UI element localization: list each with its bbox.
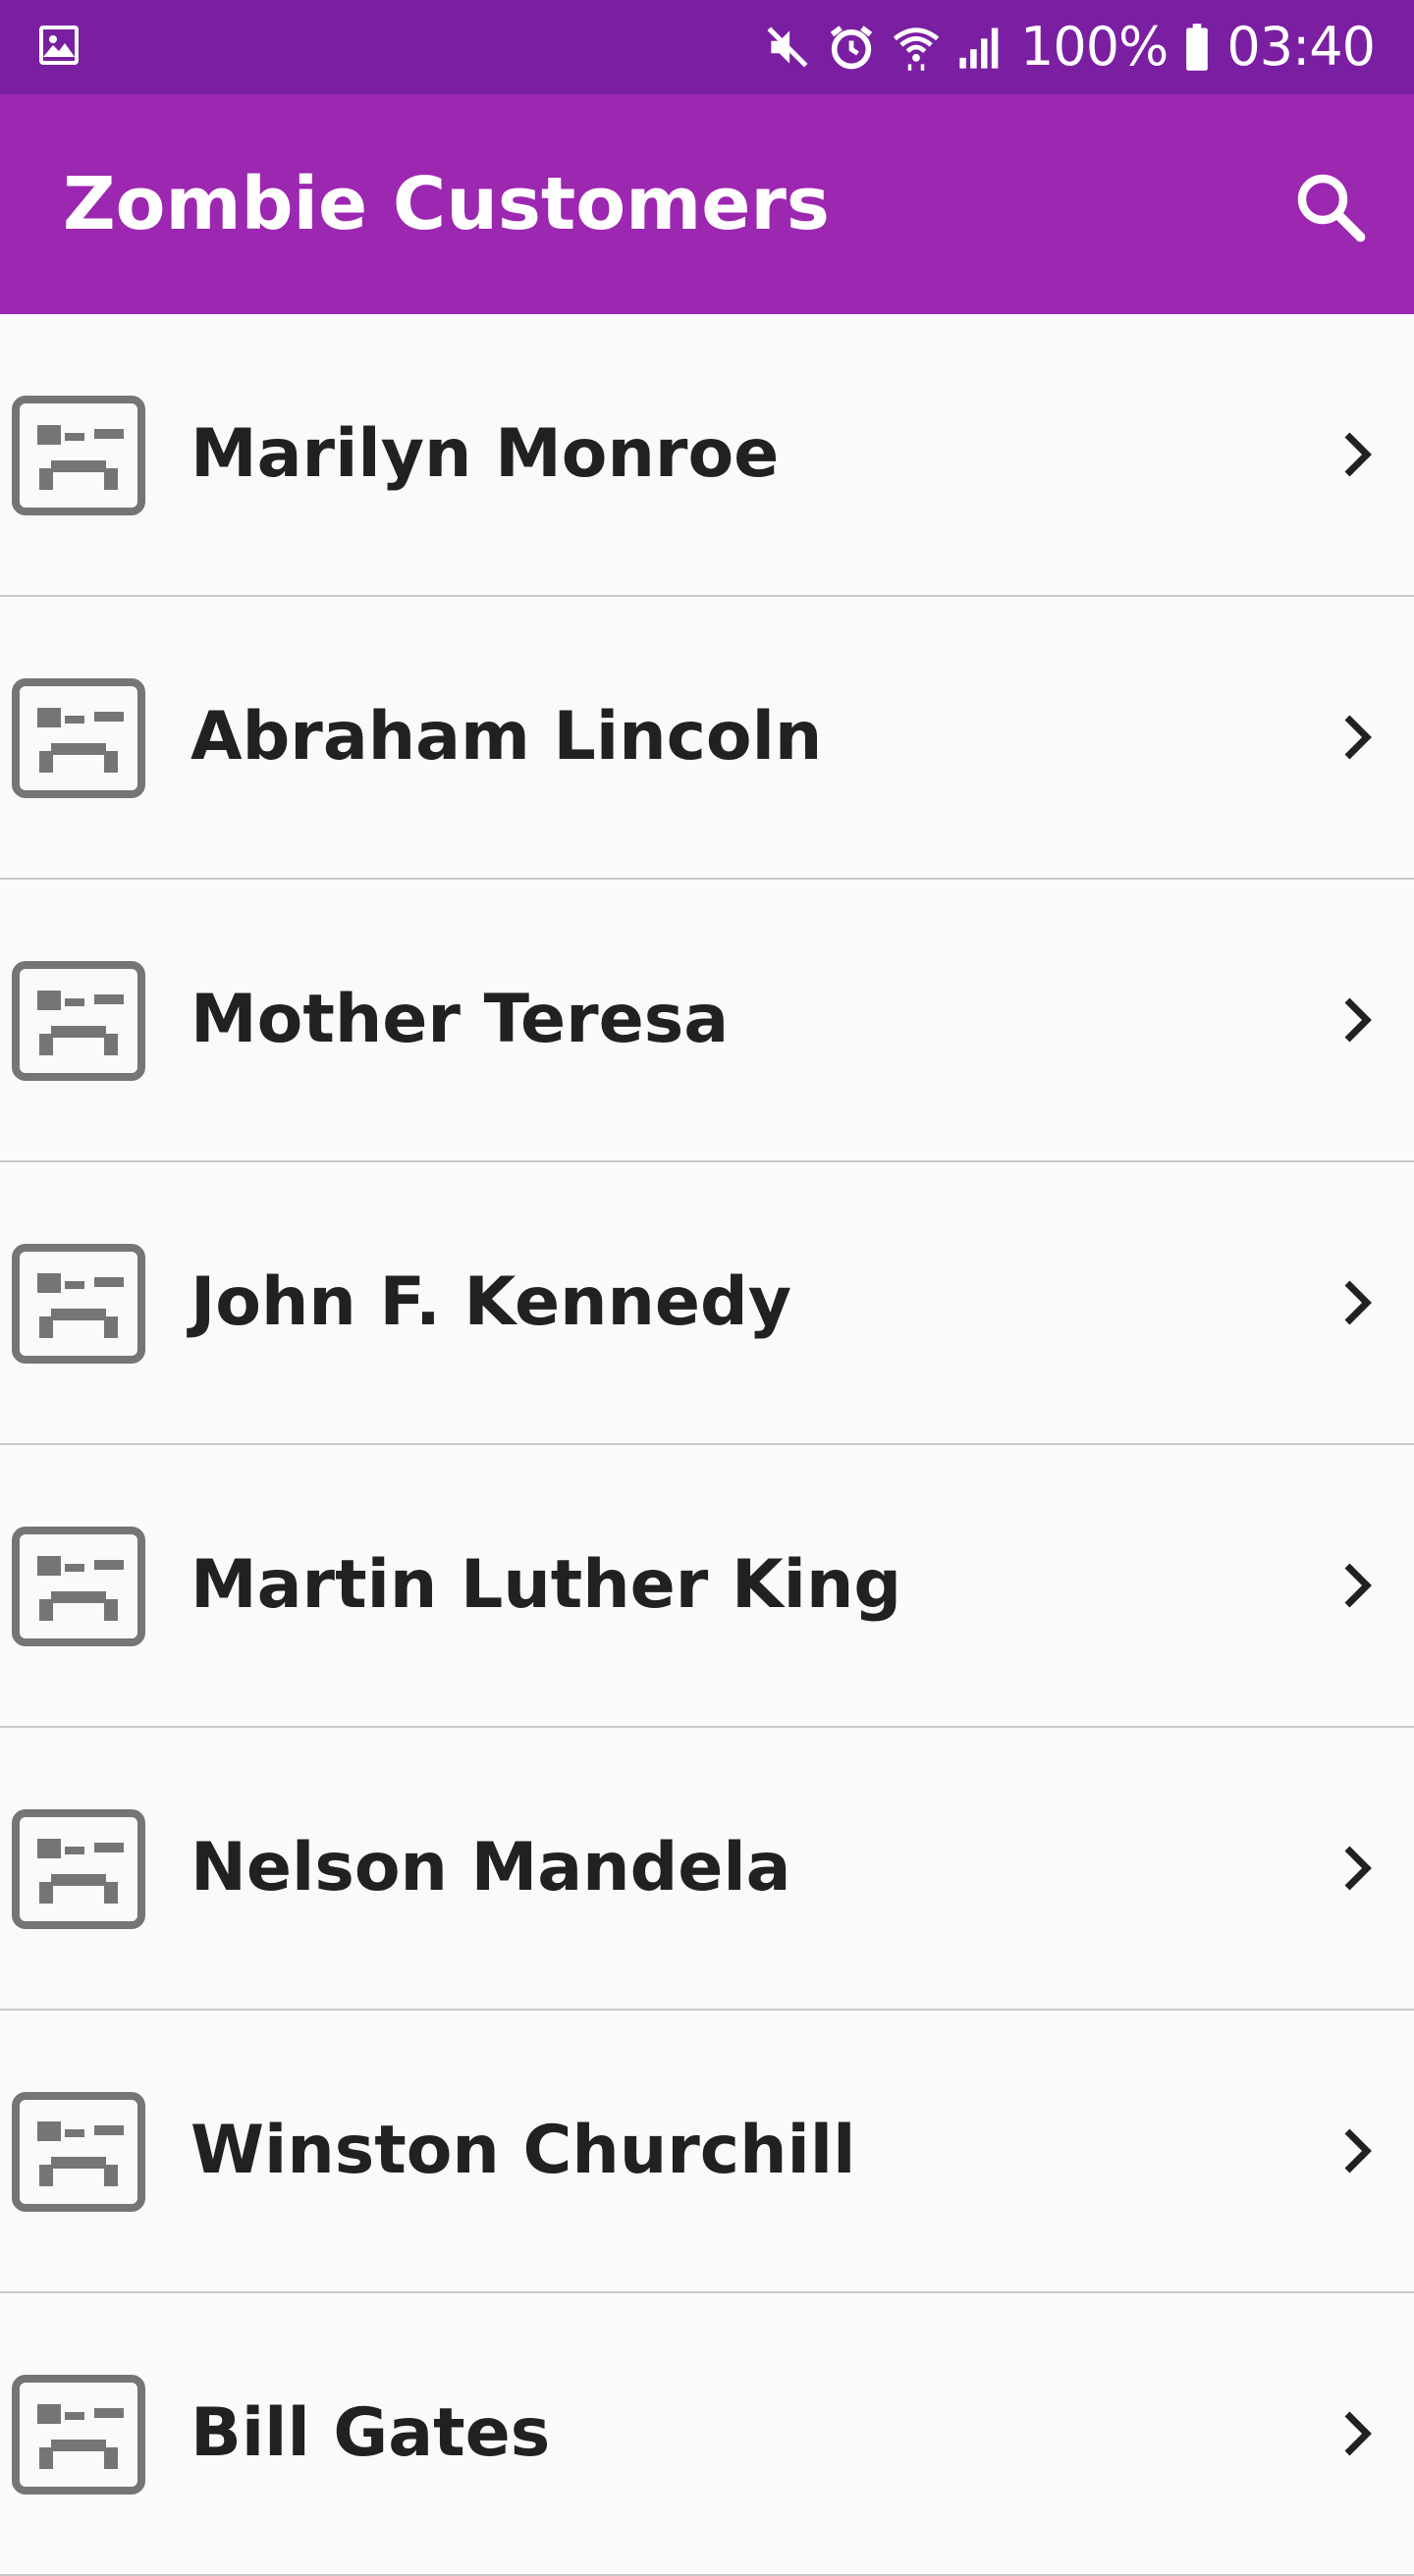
search-icon bbox=[1297, 174, 1366, 242]
customer-name: Martin Luther King bbox=[190, 1546, 902, 1624]
zombie-avatar-icon bbox=[12, 2092, 145, 2212]
alarm-icon bbox=[826, 22, 877, 73]
list-item[interactable]: Martin Luther King bbox=[0, 1445, 1414, 1728]
list-item[interactable]: Bill Gates bbox=[0, 2293, 1414, 2576]
battery-percent: 100% bbox=[1019, 16, 1169, 78]
image-icon bbox=[35, 22, 82, 69]
clock: 03:40 bbox=[1226, 16, 1376, 78]
zombie-avatar-icon bbox=[12, 1809, 145, 1929]
list-item[interactable]: Nelson Mandela bbox=[0, 1728, 1414, 2011]
chevron-right-icon bbox=[1328, 1273, 1387, 1332]
wifi-icon bbox=[891, 22, 942, 73]
customer-name: Bill Gates bbox=[190, 2394, 551, 2472]
zombie-avatar-icon bbox=[12, 678, 145, 798]
customer-name: Nelson Mandela bbox=[190, 1829, 791, 1906]
customer-name: Marilyn Monroe bbox=[190, 415, 780, 493]
zombie-avatar-icon bbox=[12, 2375, 145, 2495]
chevron-right-icon bbox=[1328, 991, 1387, 1049]
customer-list: Marilyn Monroe Abraham Lincoln Mother Te… bbox=[0, 314, 1414, 2576]
chevron-right-icon bbox=[1328, 2404, 1387, 2463]
search-button[interactable] bbox=[1288, 165, 1371, 247]
chevron-right-icon bbox=[1328, 2121, 1387, 2180]
customer-name: John F. Kennedy bbox=[190, 1263, 792, 1341]
chevron-right-icon bbox=[1328, 425, 1387, 484]
zombie-avatar-icon bbox=[12, 1244, 145, 1364]
chevron-right-icon bbox=[1328, 1839, 1387, 1898]
zombie-avatar-icon bbox=[12, 961, 145, 1081]
list-item[interactable]: Marilyn Monroe bbox=[0, 314, 1414, 597]
status-icons: 100% 03:40 bbox=[763, 0, 1376, 94]
zombie-avatar-icon bbox=[12, 396, 145, 515]
chevron-right-icon bbox=[1328, 1556, 1387, 1615]
list-item[interactable]: Winston Churchill bbox=[0, 2011, 1414, 2293]
zombie-avatar-icon bbox=[12, 1527, 145, 1646]
customer-name: Mother Teresa bbox=[190, 981, 730, 1058]
list-item[interactable]: John F. Kennedy bbox=[0, 1162, 1414, 1445]
battery-icon bbox=[1181, 22, 1213, 73]
customer-name: Abraham Lincoln bbox=[190, 698, 823, 776]
status-bar: 100% 03:40 bbox=[0, 0, 1414, 94]
signal-icon bbox=[955, 22, 1006, 73]
mute-icon bbox=[763, 23, 812, 72]
app-bar: Zombie Customers bbox=[0, 94, 1414, 314]
list-item[interactable]: Mother Teresa bbox=[0, 880, 1414, 1162]
customer-name: Winston Churchill bbox=[190, 2112, 856, 2189]
list-item[interactable]: Abraham Lincoln bbox=[0, 597, 1414, 880]
chevron-right-icon bbox=[1328, 708, 1387, 767]
app-title: Zombie Customers bbox=[63, 162, 830, 246]
